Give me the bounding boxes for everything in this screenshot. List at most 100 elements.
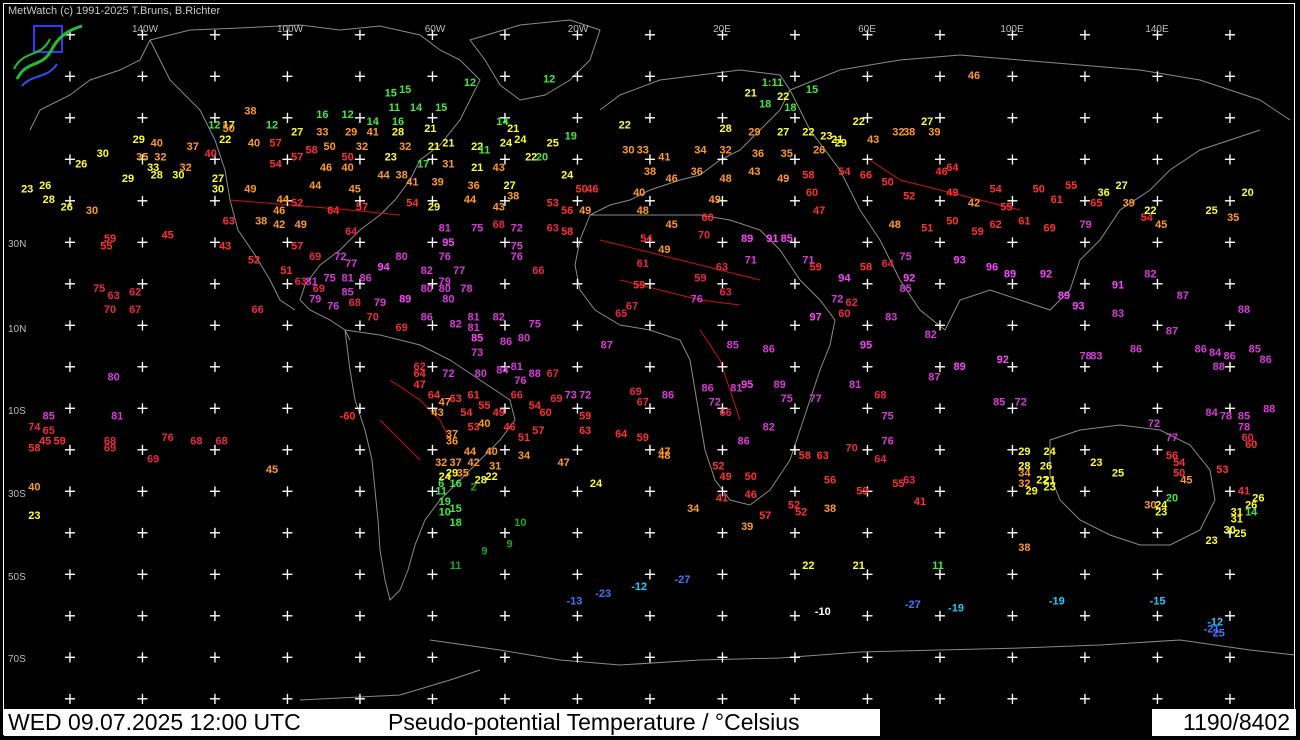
station-value: 75 <box>93 283 105 295</box>
grid-marker: + <box>1006 606 1019 625</box>
station-value: 80 <box>442 294 454 306</box>
station-value: 60 <box>539 407 551 419</box>
station-value: 75 <box>529 318 541 330</box>
station-value: 69 <box>309 251 321 263</box>
grid-marker: + <box>1006 482 1019 501</box>
station-value: 47 <box>557 457 569 469</box>
grid-marker: + <box>281 648 294 667</box>
grid-marker: + <box>861 689 874 708</box>
station-value: 83 <box>885 311 897 323</box>
station-value: 87 <box>1166 326 1178 338</box>
grid-marker: + <box>643 523 656 542</box>
station-value: 54 <box>269 159 282 171</box>
grid-marker: + <box>498 274 511 293</box>
station-value: 15 <box>399 84 411 96</box>
station-value: 54 <box>640 233 653 245</box>
station-value: 46 <box>586 184 598 196</box>
station-value: 96 <box>986 262 998 274</box>
station-value: 86 <box>763 343 775 355</box>
station-value: 70 <box>698 230 710 242</box>
grid-marker: + <box>136 191 149 210</box>
grid-marker: + <box>861 440 874 459</box>
station-value: 22 <box>619 120 631 132</box>
station-value: 87 <box>928 372 940 384</box>
station-value: 71 <box>745 255 757 267</box>
grid-marker: + <box>643 357 656 376</box>
grid-marker: + <box>281 108 294 127</box>
grid-marker: + <box>426 357 439 376</box>
station-value: 49 <box>719 471 731 483</box>
station-value: 52 <box>291 198 303 210</box>
grid-marker: + <box>353 565 366 584</box>
station-value: 66 <box>532 265 544 277</box>
station-value: 59 <box>633 279 645 291</box>
station-value: 60 <box>806 187 818 199</box>
station-value: 21 <box>442 137 454 149</box>
latitude-label: 10S <box>8 406 26 417</box>
grid-marker: + <box>208 316 221 335</box>
station-value: 75 <box>881 411 893 423</box>
station-value: 53 <box>547 198 559 210</box>
station-value: 58 <box>799 450 811 462</box>
station-value: 60 <box>701 212 713 224</box>
station-value: 66 <box>251 304 263 316</box>
grid-marker: + <box>353 606 366 625</box>
station-value: 12 <box>266 120 278 132</box>
station-value: 30 <box>212 184 224 196</box>
grid-marker: + <box>716 606 729 625</box>
station-value: 45 <box>1155 219 1167 231</box>
station-value: 78 <box>460 283 472 295</box>
station-value: 11 <box>479 145 491 157</box>
station-value: 89 <box>1058 290 1070 302</box>
station-value: -23 <box>595 588 611 600</box>
station-value: 42 <box>968 198 980 210</box>
station-value: 88 <box>1213 361 1225 373</box>
grid-marker: + <box>426 233 439 252</box>
station-value: 23 <box>1043 482 1055 494</box>
station-value: 95 <box>860 340 872 352</box>
station-value: 57 <box>759 510 771 522</box>
station-value: 76 <box>691 294 703 306</box>
latitude-label: 70S <box>8 654 26 665</box>
station-value: 76 <box>511 251 523 263</box>
grid-marker: + <box>1078 648 1091 667</box>
grid-marker: + <box>353 25 366 44</box>
grid-marker: + <box>281 565 294 584</box>
grid-marker: + <box>208 25 221 44</box>
station-value: 9 <box>507 539 513 551</box>
station-value: 46 <box>503 421 515 433</box>
station-value: 64 <box>615 428 628 440</box>
grid-marker: + <box>136 233 149 252</box>
station-value: 50 <box>1173 468 1185 480</box>
station-value: 39 <box>431 176 443 188</box>
station-value: 49 <box>579 205 591 217</box>
station-value: 58 <box>802 169 814 181</box>
station-value: 77 <box>453 265 465 277</box>
station-value: 43 <box>493 162 505 174</box>
grid-marker: + <box>788 565 801 584</box>
grid-marker: + <box>1078 67 1091 86</box>
station-value: -12 <box>631 581 647 593</box>
grid-marker: + <box>136 482 149 501</box>
grid-marker: + <box>208 689 221 708</box>
grid-marker: + <box>1006 689 1019 708</box>
world-map: + + + + + + + + + + + + + + + + + + + + + + + + + + + + + + + + + + + + + + + +… <box>0 0 1300 740</box>
grid-marker: + <box>643 606 656 625</box>
station-value: 55 <box>1065 180 1077 192</box>
station-value: 11 <box>932 560 944 572</box>
station-value: 36 <box>467 180 479 192</box>
station-value: 89 <box>1004 269 1016 281</box>
grid-marker: + <box>788 274 801 293</box>
grid-marker: + <box>1151 108 1164 127</box>
station-value: 83 <box>1112 308 1124 320</box>
station-value: 77 <box>809 393 821 405</box>
station-value: 57 <box>269 137 281 149</box>
station-value: 31 <box>442 159 454 171</box>
station-value: 11 <box>450 560 462 572</box>
longitude-label: 20W <box>568 24 589 35</box>
station-value: 56 <box>1166 450 1178 462</box>
station-value: 86 <box>1195 343 1207 355</box>
grid-marker: + <box>1006 233 1019 252</box>
station-value: 54 <box>406 198 419 210</box>
station-value: 77 <box>345 258 357 270</box>
